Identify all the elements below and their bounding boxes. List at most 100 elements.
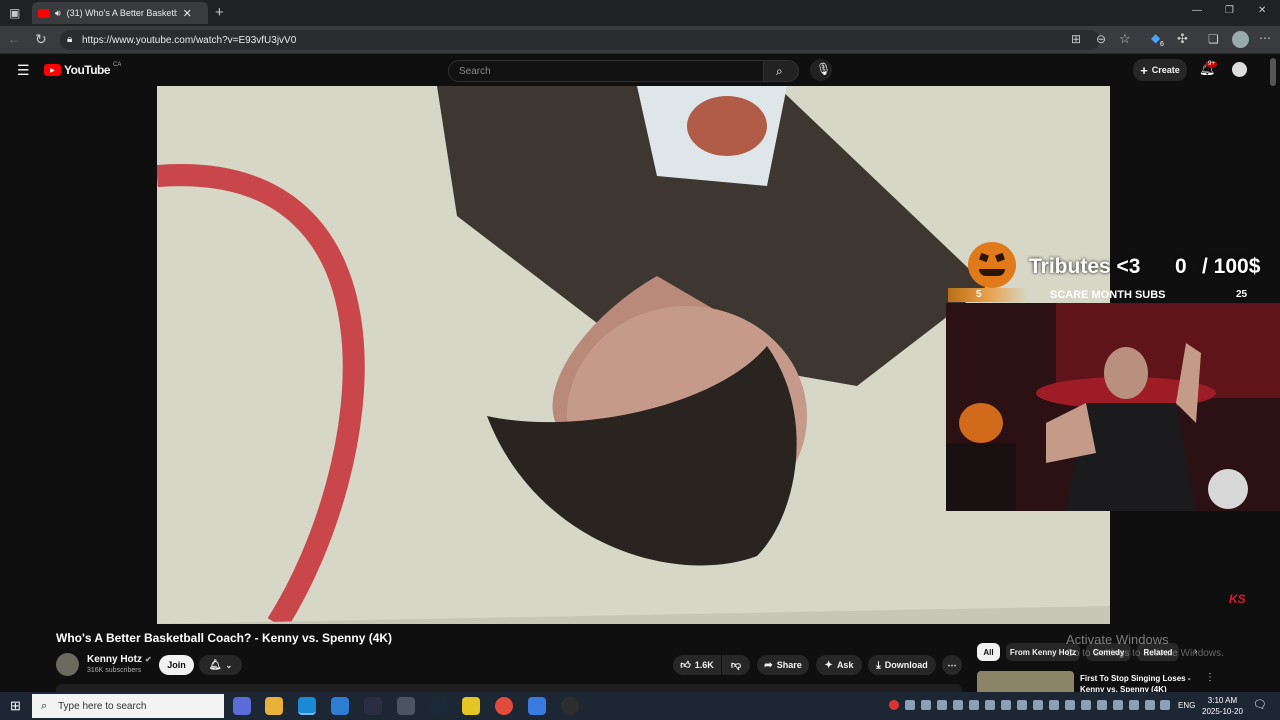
tray-icon-9[interactable] bbox=[1017, 700, 1027, 710]
download-button[interactable]: ⤓ Download bbox=[868, 655, 936, 675]
language-indicator[interactable]: ENG bbox=[1178, 701, 1195, 710]
obs-icon[interactable] bbox=[561, 697, 579, 715]
back-icon[interactable]: ← bbox=[8, 33, 20, 45]
dislike-button[interactable]: 👎︎ bbox=[722, 655, 750, 675]
download-label: Download bbox=[884, 660, 928, 670]
join-button[interactable]: Join bbox=[159, 655, 194, 675]
like-button[interactable]: 👍︎ 1.6K bbox=[673, 655, 721, 675]
subs-progress-bar bbox=[948, 288, 1028, 302]
notification-center-icon[interactable]: 🗨︎ bbox=[1253, 700, 1267, 711]
tray-icon-14[interactable] bbox=[1097, 700, 1107, 710]
settings-gear-icon[interactable] bbox=[397, 697, 415, 715]
channel-name-row[interactable]: Kenny Hotz ✔︎ bbox=[87, 654, 152, 665]
tray-record-icon[interactable] bbox=[889, 700, 899, 710]
tray-icon-5[interactable] bbox=[953, 700, 963, 710]
network-icon[interactable] bbox=[1145, 700, 1155, 710]
start-windows-icon[interactable]: ⊞ bbox=[10, 699, 21, 712]
tray-icon-16[interactable] bbox=[1129, 700, 1139, 710]
steam-icon[interactable] bbox=[429, 697, 447, 715]
browser-tab-bar: ▣ 🔊︎ (31) Who's A Better Basketb ✕ + — ❐… bbox=[0, 0, 1280, 26]
verified-icon: ✔︎ bbox=[145, 655, 152, 664]
scrollbar-thumb[interactable] bbox=[1270, 58, 1276, 86]
chip-all[interactable]: All bbox=[977, 643, 1000, 661]
subscriber-count: 316K subscribers bbox=[87, 667, 142, 674]
tray-icon-13[interactable] bbox=[1081, 700, 1091, 710]
chrome-icon[interactable] bbox=[495, 697, 513, 715]
app-icon-8[interactable] bbox=[462, 697, 480, 715]
next-video-title-line2: Kenny vs. Spenny (4K) bbox=[1080, 685, 1167, 692]
video-title: Who's A Better Basketball Coach? - Kenny… bbox=[56, 631, 393, 645]
file-explorer-icon[interactable] bbox=[265, 697, 283, 715]
more-actions-button[interactable]: ⋯ bbox=[942, 655, 962, 675]
notification-count-badge: 9+ bbox=[1206, 61, 1217, 67]
site-info-icon[interactable]: 🔒︎ bbox=[67, 34, 72, 45]
webcam-feed bbox=[946, 303, 1280, 511]
close-window-icon[interactable]: ✕ bbox=[1258, 6, 1266, 16]
minimize-icon[interactable]: — bbox=[1192, 6, 1202, 16]
search-button[interactable]: ⌕ bbox=[763, 60, 799, 82]
more-menu-icon[interactable]: ⋯ bbox=[1259, 32, 1271, 44]
refresh-icon[interactable]: ↻ bbox=[35, 32, 47, 46]
youtube-logo[interactable]: ▶ YouTube CA bbox=[44, 62, 121, 77]
browser-toolbar: ← ↻ 🔒︎ https://www.youtube.com/watch?v=E… bbox=[0, 26, 1280, 54]
browser-tab[interactable]: 🔊︎ (31) Who's A Better Basketb ✕ bbox=[32, 2, 208, 24]
search-placeholder: Search bbox=[459, 65, 491, 77]
clock-time: 3:10 AM bbox=[1207, 696, 1238, 705]
search-input[interactable]: Search bbox=[448, 60, 764, 82]
next-video-title[interactable]: First To Stop Singing Loses - Kenny vs. … bbox=[1080, 673, 1191, 692]
app-available-icon[interactable]: ⊞ bbox=[1071, 33, 1081, 45]
app-icon-10[interactable] bbox=[528, 697, 546, 715]
create-button[interactable]: + Create bbox=[1133, 59, 1187, 81]
channel-avatar[interactable] bbox=[56, 653, 79, 676]
voice-search-button[interactable]: 🎙︎ bbox=[810, 59, 832, 81]
tray-icon-4[interactable] bbox=[937, 700, 947, 710]
extension-icon[interactable]: ◆ bbox=[1151, 32, 1160, 44]
speaker-icon[interactable]: 🔊︎ bbox=[55, 8, 61, 19]
extensions-puzzle-icon[interactable]: ✣ bbox=[1177, 32, 1188, 45]
copilot-app-icon[interactable] bbox=[233, 697, 251, 715]
microphone-tray-icon[interactable] bbox=[1113, 700, 1123, 710]
app-icon-5[interactable] bbox=[364, 697, 382, 715]
window-menu-icon[interactable]: ▣ bbox=[9, 7, 20, 19]
volume-icon[interactable] bbox=[1160, 700, 1170, 710]
collections-icon[interactable]: ❏ bbox=[1208, 33, 1219, 45]
channel-name: Kenny Hotz bbox=[87, 654, 142, 665]
app-icon-4[interactable] bbox=[331, 697, 349, 715]
tray-icon-3[interactable] bbox=[921, 700, 931, 710]
taskbar-search-input[interactable]: ⌕ Type here to search bbox=[32, 694, 224, 718]
share-button[interactable]: ➦ Share bbox=[757, 655, 809, 675]
subs-count-right: 25 bbox=[1236, 289, 1248, 300]
share-label: Share bbox=[776, 660, 802, 670]
join-label: Join bbox=[167, 660, 186, 670]
description-box[interactable] bbox=[56, 684, 962, 692]
download-icon: ⤓ bbox=[876, 659, 881, 671]
activate-windows-title: Activate Windows bbox=[1066, 632, 1169, 647]
thumbs-down-icon: 👎︎ bbox=[730, 660, 742, 671]
clock[interactable]: 3:10 AM 2025-10-20 bbox=[1202, 695, 1243, 717]
maximize-icon[interactable]: ❐ bbox=[1225, 6, 1234, 16]
tray-icon-8[interactable] bbox=[1001, 700, 1011, 710]
search-icon: ⌕ bbox=[776, 64, 783, 78]
chevron-down-icon: ⌄ bbox=[225, 660, 233, 670]
tray-icon-2[interactable] bbox=[905, 700, 915, 710]
tray-icon-12[interactable] bbox=[1065, 700, 1075, 710]
tray-icon-6[interactable] bbox=[969, 700, 979, 710]
plus-icon: + bbox=[1140, 62, 1148, 78]
ask-button[interactable]: ✦ Ask bbox=[816, 655, 862, 675]
next-video-thumbnail[interactable] bbox=[977, 671, 1074, 692]
edge-browser-icon[interactable] bbox=[298, 697, 316, 715]
tray-icon-7[interactable] bbox=[985, 700, 995, 710]
address-bar[interactable]: 🔒︎ https://www.youtube.com/watch?v=E93vf… bbox=[60, 30, 1100, 50]
zoom-icon[interactable]: ⊖ bbox=[1096, 33, 1106, 45]
subscription-bell-button[interactable]: 🔔︎ ⌄ bbox=[199, 655, 242, 675]
next-video-menu-icon[interactable]: ⋮ bbox=[1205, 673, 1215, 683]
account-avatar[interactable] bbox=[1232, 62, 1247, 77]
hamburger-menu-icon[interactable]: ☰ bbox=[17, 63, 30, 77]
profile-avatar[interactable] bbox=[1232, 31, 1249, 48]
tray-icon-10[interactable] bbox=[1033, 700, 1043, 710]
favorite-star-icon[interactable]: ☆ bbox=[1119, 32, 1131, 45]
new-tab-icon[interactable]: + bbox=[215, 5, 224, 20]
tributes-amount: 0 bbox=[1175, 255, 1187, 278]
close-tab-icon[interactable]: ✕ bbox=[183, 7, 192, 20]
tray-icon-11[interactable] bbox=[1049, 700, 1059, 710]
